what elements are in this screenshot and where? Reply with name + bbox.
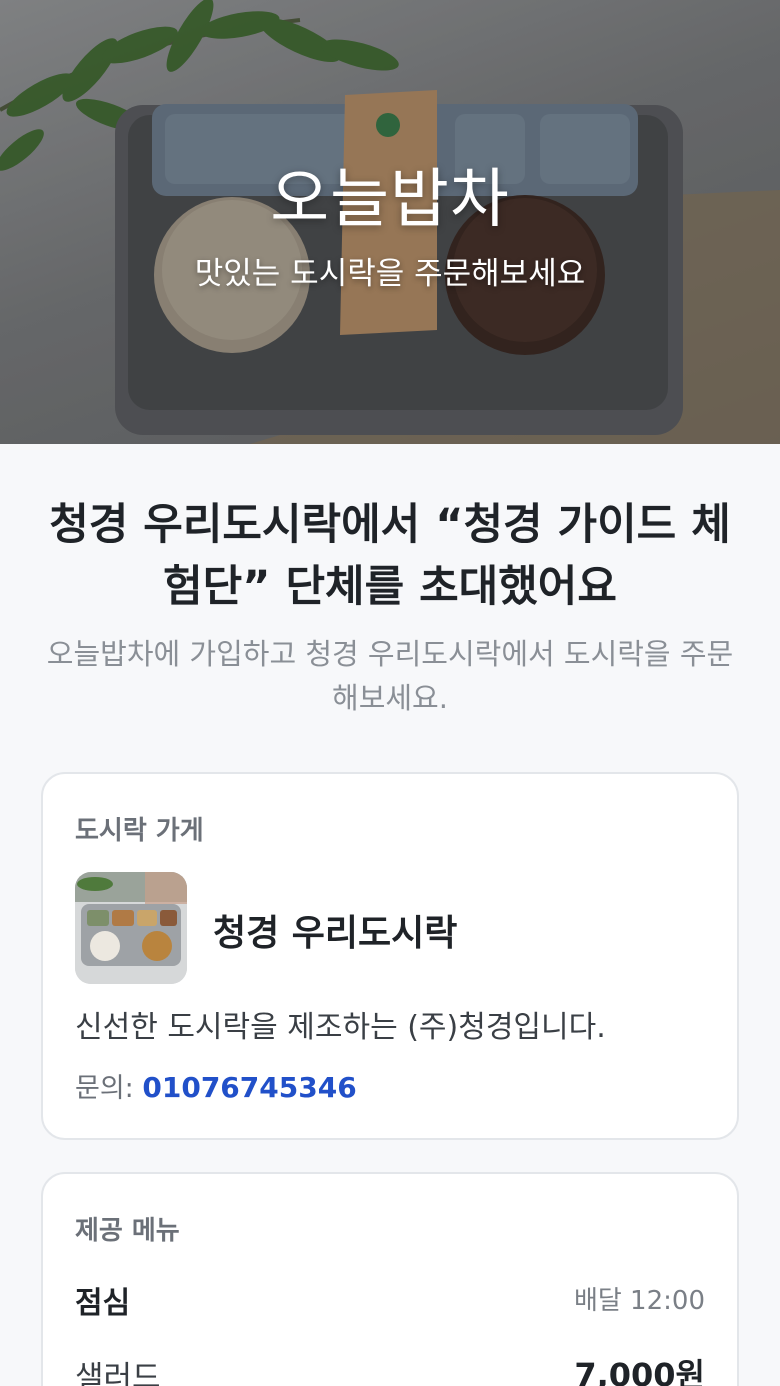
- menu-card-label: 제공 메뉴: [75, 1216, 180, 1246]
- contact-label: 문의:: [75, 1073, 134, 1104]
- meal-name: 점심: [75, 1286, 131, 1321]
- delivery-time: 배달 12:00: [573, 1286, 705, 1316]
- invitation-subline: 오늘밥차에 가입하고 청경 우리도시락에서 도시락을 주문해보세요.: [46, 637, 734, 715]
- store-description: 신선한 도시락을 제조하는 (주)청경입니다.: [75, 1010, 606, 1045]
- hero-title: 오늘밥차: [270, 163, 510, 237]
- store-card: 도시락 가게 청경 우리도시락 신선한 도시락을 제조하는 (주)청경입니다. …: [41, 772, 739, 1140]
- store-thumbnail-image: [75, 872, 187, 984]
- store-thumbnail: [75, 872, 187, 984]
- hero-subtitle: 맛있는 도시락을 주문해보세요: [194, 256, 586, 292]
- hero-banner: 오늘밥차 맛있는 도시락을 주문해보세요: [0, 0, 780, 444]
- menu-item-name: 샐러드: [75, 1360, 161, 1386]
- phone-link[interactable]: 01076745346: [142, 1071, 356, 1104]
- store-contact: 문의: 01076745346: [75, 1066, 357, 1105]
- store-card-label: 도시락 가게: [75, 816, 204, 846]
- menu-card: 제공 메뉴 점심 배달 12:00 샐러드 7,000원: [41, 1172, 739, 1386]
- store-name: 청경 우리도시락: [213, 913, 458, 954]
- menu-item-price: 7,000원: [574, 1356, 705, 1386]
- invitation-headline: 청경 우리도시락에서 “청경 가이드 체험단” 단체를 초대했어요: [49, 500, 731, 612]
